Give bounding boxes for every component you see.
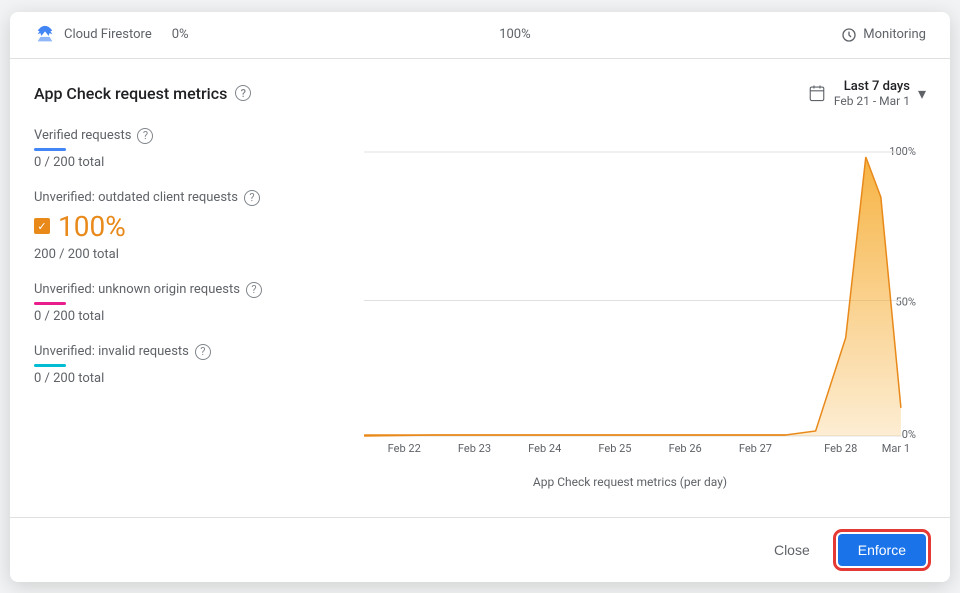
chart-x-label: App Check request metrics (per day) bbox=[334, 475, 926, 489]
clock-icon bbox=[841, 27, 857, 43]
metric-outdated-label: Unverified: outdated client requests ? bbox=[34, 190, 314, 206]
metric-outdated: Unverified: outdated client requests ? 1… bbox=[34, 190, 314, 262]
service-label: Cloud Firestore bbox=[64, 27, 152, 42]
close-button[interactable]: Close bbox=[758, 534, 826, 566]
svg-text:Feb 22: Feb 22 bbox=[388, 442, 421, 455]
metric-verified-label: Verified requests ? bbox=[34, 128, 314, 144]
chart-line bbox=[364, 157, 901, 436]
metric-verified-help[interactable]: ? bbox=[137, 128, 153, 144]
chart-area: 100% 50% 0% bbox=[334, 128, 926, 489]
metric-invalid-help[interactable]: ? bbox=[195, 344, 211, 360]
metric-verified-line bbox=[34, 148, 66, 151]
chart-area-fill bbox=[364, 157, 901, 436]
metric-verified-value: 0 / 200 total bbox=[34, 155, 314, 170]
metric-unknown: Unverified: unknown origin requests ? 0 … bbox=[34, 282, 314, 324]
progress-100: 100% bbox=[499, 27, 530, 42]
svg-text:Feb 24: Feb 24 bbox=[528, 442, 561, 455]
svg-text:Mar 1: Mar 1 bbox=[882, 442, 910, 455]
metric-invalid: Unverified: invalid requests ? 0 / 200 t… bbox=[34, 344, 314, 386]
calendar-icon bbox=[808, 84, 826, 102]
metrics-panel: Verified requests ? 0 / 200 total Unveri… bbox=[34, 128, 334, 489]
metric-outdated-help[interactable]: ? bbox=[244, 190, 260, 206]
monitoring-item: Monitoring bbox=[841, 27, 926, 43]
metric-unknown-value: 0 / 200 total bbox=[34, 309, 314, 324]
progress-area: 0% 100% Monitoring bbox=[172, 27, 926, 43]
app-check-dialog: Cloud Firestore 0% 100% Monitoring App C… bbox=[10, 12, 950, 582]
dialog-footer: Close Enforce bbox=[10, 517, 950, 582]
service-item: Cloud Firestore bbox=[34, 24, 152, 46]
date-range-label: Last 7 days bbox=[834, 79, 910, 94]
metric-invalid-line bbox=[34, 364, 66, 367]
main-area: Verified requests ? 0 / 200 total Unveri… bbox=[34, 128, 926, 489]
svg-text:0%: 0% bbox=[902, 427, 916, 440]
svg-text:Feb 23: Feb 23 bbox=[458, 442, 491, 455]
date-range-text: Last 7 days Feb 21 - Mar 1 bbox=[834, 79, 910, 108]
help-icon[interactable]: ? bbox=[235, 85, 251, 101]
section-title: App Check request metrics bbox=[34, 84, 227, 103]
top-bar: Cloud Firestore 0% 100% Monitoring bbox=[10, 12, 950, 59]
metric-invalid-value: 0 / 200 total bbox=[34, 371, 314, 386]
svg-text:50%: 50% bbox=[896, 295, 916, 308]
chart-container: 100% 50% 0% bbox=[334, 128, 926, 467]
metric-invalid-label: Unverified: invalid requests ? bbox=[34, 344, 314, 360]
date-range-picker[interactable]: Last 7 days Feb 21 - Mar 1 ▾ bbox=[808, 79, 926, 108]
metric-verified: Verified requests ? 0 / 200 total bbox=[34, 128, 314, 170]
enforce-button[interactable]: Enforce bbox=[838, 534, 926, 566]
metric-unknown-line bbox=[34, 302, 66, 305]
section-title-group: App Check request metrics ? bbox=[34, 84, 251, 103]
chevron-down-icon: ▾ bbox=[918, 84, 926, 103]
metric-unknown-help[interactable]: ? bbox=[246, 282, 262, 298]
section-header: App Check request metrics ? Last 7 days … bbox=[34, 79, 926, 108]
metric-outdated-value: 200 / 200 total bbox=[34, 247, 314, 262]
progress-0: 0% bbox=[172, 27, 189, 42]
svg-text:Feb 25: Feb 25 bbox=[598, 442, 631, 455]
svg-text:Feb 28: Feb 28 bbox=[824, 442, 857, 455]
svg-text:Feb 27: Feb 27 bbox=[739, 442, 772, 455]
metric-outdated-big: 100% bbox=[34, 210, 314, 243]
metric-unknown-label: Unverified: unknown origin requests ? bbox=[34, 282, 314, 298]
svg-text:Feb 26: Feb 26 bbox=[669, 442, 702, 455]
date-range-sublabel: Feb 21 - Mar 1 bbox=[834, 94, 910, 108]
chart-svg: 100% 50% 0% bbox=[334, 128, 926, 467]
monitoring-label: Monitoring bbox=[863, 27, 926, 42]
dialog-content: App Check request metrics ? Last 7 days … bbox=[10, 59, 950, 509]
metric-outdated-checkbox[interactable] bbox=[34, 218, 50, 234]
firestore-icon bbox=[34, 24, 56, 46]
metric-outdated-percent: 100% bbox=[58, 210, 126, 243]
